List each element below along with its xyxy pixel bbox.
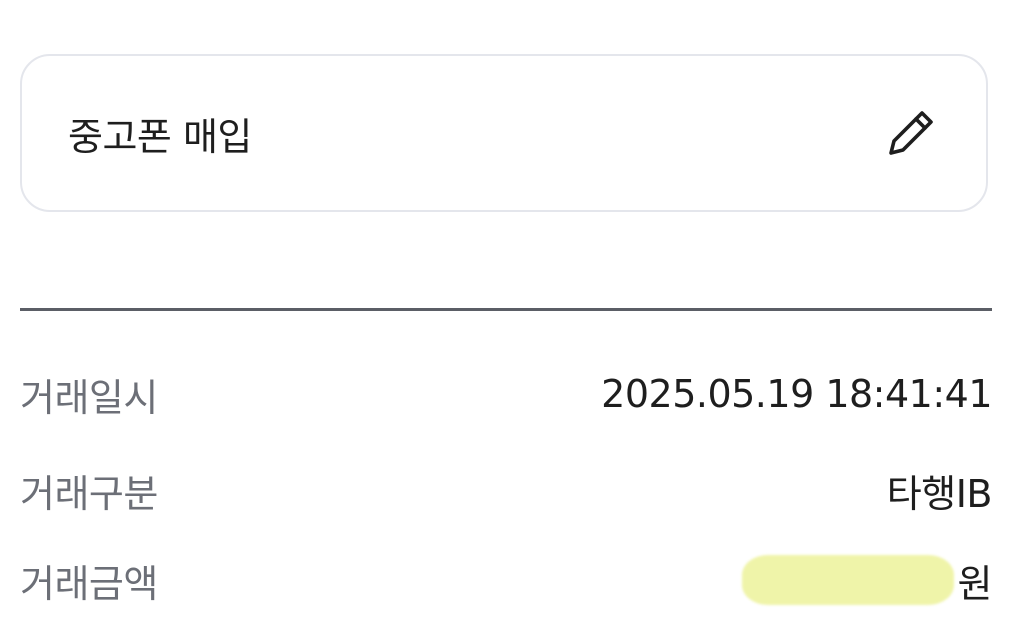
datetime-value: 2025.05.19 18:41:41 bbox=[601, 372, 992, 416]
memo-text: 중고폰 매입 bbox=[68, 114, 252, 159]
detail-row-datetime: 거래일시 2025.05.19 18:41:41 bbox=[20, 364, 992, 424]
pencil-icon bbox=[889, 111, 933, 155]
amount-unit: 원 bbox=[957, 561, 993, 606]
redacted-amount bbox=[741, 555, 954, 605]
edit-memo-button[interactable] bbox=[880, 102, 942, 164]
amount-label: 거래금액 bbox=[20, 561, 158, 606]
section-divider bbox=[20, 308, 992, 311]
datetime-label: 거래일시 bbox=[20, 375, 158, 420]
memo-card[interactable]: 중고폰 매입 bbox=[20, 54, 988, 212]
type-value: 타행IB bbox=[886, 471, 993, 516]
type-label: 거래구분 bbox=[20, 471, 158, 516]
detail-row-amount: 거래금액 원 bbox=[20, 550, 993, 610]
amount-value: 원 bbox=[741, 553, 993, 608]
detail-row-type: 거래구분 타행IB bbox=[20, 460, 993, 520]
